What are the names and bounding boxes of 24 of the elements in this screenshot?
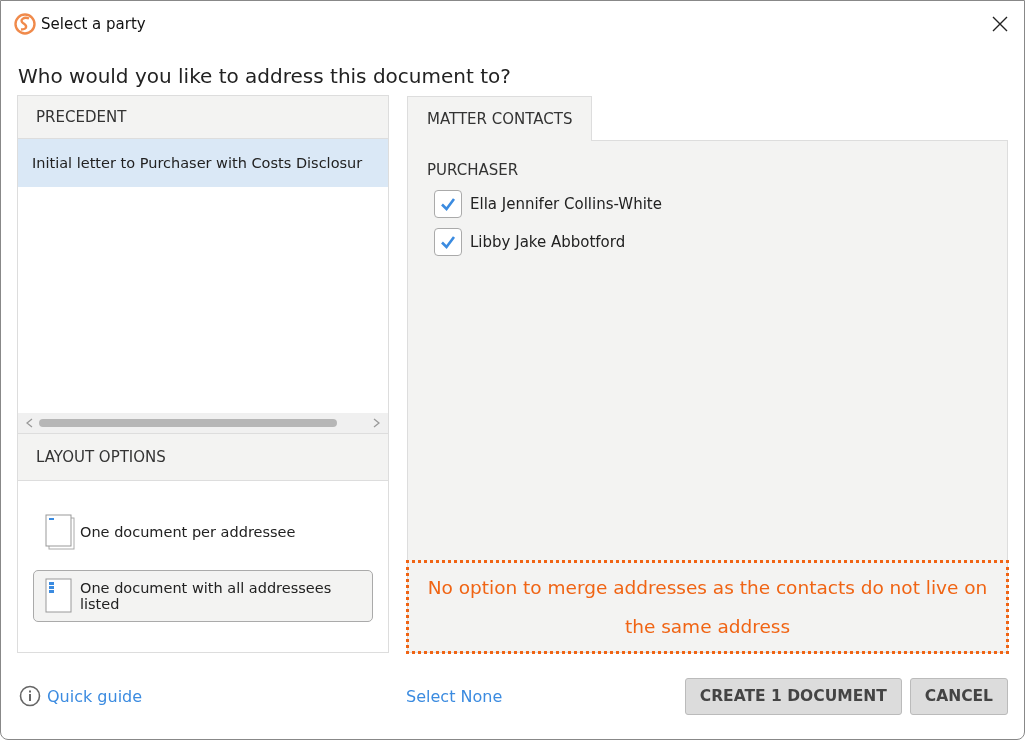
group-title: PURCHASER (426, 161, 520, 181)
dialog-button[interactable]: CREATE 1 DOCUMENT (684, 677, 902, 715)
layout-option[interactable]: One document with all addressees listed (33, 570, 373, 622)
section-header: LAYOUT OPTIONS (18, 433, 388, 481)
dialog-heading: Who would you like to address this document to? (17, 63, 512, 90)
contact-checkbox[interactable]: Libby Jake Abbotford (408, 223, 1007, 261)
app-logo-icon (14, 13, 36, 35)
precedent-item[interactable]: Initial letter to Purchaser with Costs Disclosur (18, 139, 388, 187)
annotation-callout: No option to merge addresses as the contacts do not live on the same address (406, 560, 1009, 654)
quick-guide-link[interactable]: Quick guide (19, 685, 143, 707)
section-header: PRECEDENT (18, 96, 388, 139)
horizontal-scrollbar[interactable] (18, 413, 388, 433)
scroll-right-icon[interactable] (373, 418, 380, 428)
scroll-left-icon[interactable] (26, 418, 33, 428)
info-icon (19, 685, 41, 707)
select-none-link[interactable]: Select None (406, 686, 503, 706)
contact-checkbox[interactable]: Ella Jennifer Collins-White (408, 185, 1007, 223)
checkbox[interactable] (434, 190, 462, 218)
layout-option[interactable]: One document per addressee (33, 506, 373, 558)
window-title: Select a party (41, 15, 146, 33)
stacked-pages-icon (44, 513, 76, 551)
dialog-button[interactable]: CANCEL (909, 677, 1008, 715)
tab[interactable]: MATTER CONTACTS (407, 96, 593, 141)
checkbox[interactable] (434, 228, 462, 256)
